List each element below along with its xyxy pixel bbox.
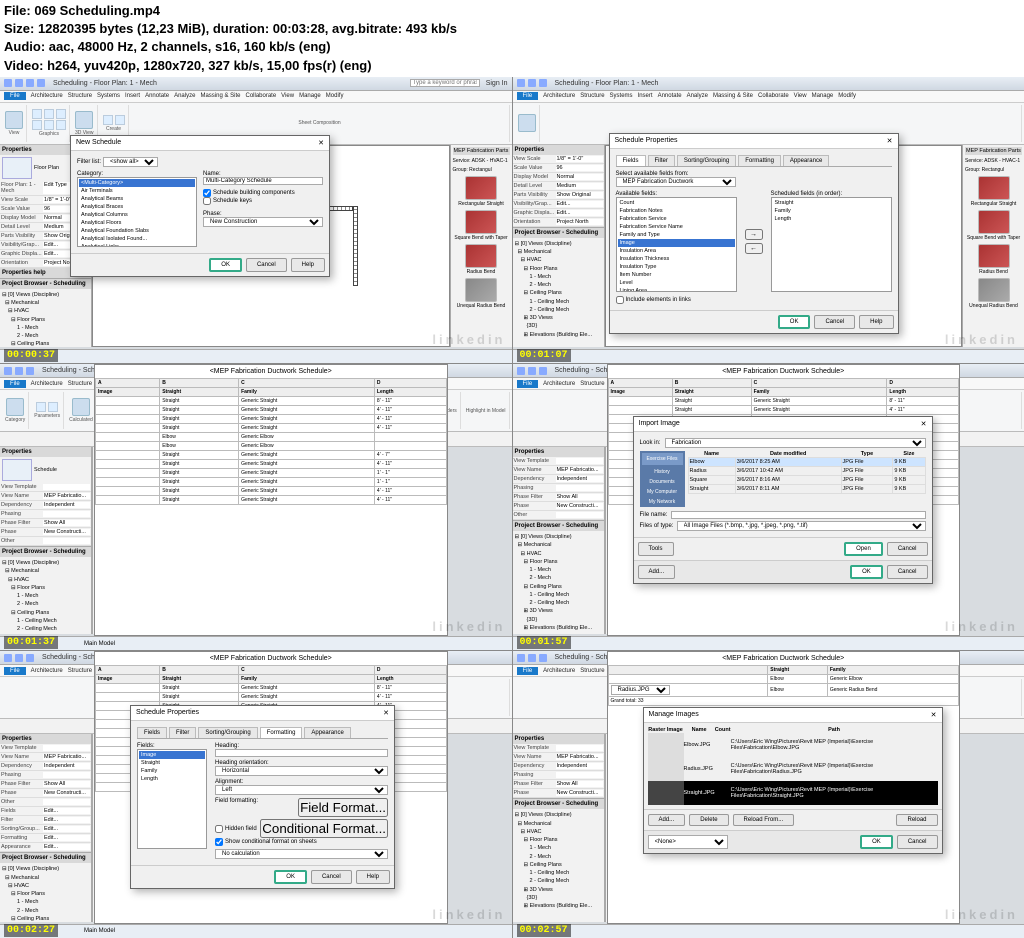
ok-button[interactable]: OK [274,870,307,884]
new-schedule-dialog: New Schedule✕ Filter list: <show all> Ca… [70,135,330,277]
close-icon[interactable]: ✕ [383,709,389,717]
help-button[interactable]: Help [291,258,325,272]
close-icon[interactable]: ✕ [887,137,893,145]
schedule-view[interactable]: <MEP Fabrication Ductwork Schedule> ABCD… [94,364,448,636]
scheduled-fields[interactable]: StraightFamilyLength [771,197,892,292]
help-button[interactable]: Help [859,315,893,329]
open-button[interactable]: Open [844,542,883,556]
image-row[interactable]: Radius.JPGC:\Users\Eric Wing\Pictures\Re… [648,757,938,781]
phase-select[interactable]: New Construction [203,217,323,227]
close-icon[interactable]: ✕ [921,420,927,428]
cancel-button[interactable]: Cancel [887,542,928,556]
dialog-tabs[interactable]: FieldsFilterSorting/GroupingFormattingAp… [616,155,892,167]
add-field-button[interactable]: → [745,229,763,240]
cancel-button[interactable]: Cancel [311,870,352,884]
filename-input[interactable] [671,511,926,519]
image-row[interactable]: Elbow.JPGC:\Users\Eric Wing\Pictures\Rev… [648,733,938,757]
cancel-button[interactable]: Cancel [814,315,855,329]
import-image-dialog: Import Image✕ Look in: Fabrication Exerc… [633,416,933,584]
fields-list[interactable]: Image Straight Family Length [137,749,207,849]
heading-input[interactable] [215,749,388,757]
close-icon[interactable]: ✕ [318,139,324,147]
frame-1: Scheduling - Floor Plan: 1 - Mech Sign I… [0,77,512,363]
available-fields[interactable]: CountFabrication NotesFabrication Servic… [616,197,737,292]
frame-2: Scheduling - Floor Plan: 1 - Mech FileAr… [513,77,1024,363]
schedule-name-input[interactable] [203,177,323,185]
menubar[interactable]: FileArchitectureStructureSystemsInsertAn… [0,91,512,103]
frame-3: Scheduling - Schedule: MEP Fabrication D… [0,364,512,650]
ok-button[interactable]: OK [778,315,811,329]
file-list[interactable]: NameDate modifiedTypeSize Elbow3/6/2017 … [688,451,926,494]
schedule-props-formatting-dialog: Schedule Properties✕ FieldsFilterSorting… [130,705,395,889]
places-bar[interactable]: Exercise Files History Documents My Comp… [640,451,685,507]
frame-5: Scheduling - Schedule: MEP Fabrication D… [0,651,512,937]
cancel-button[interactable]: Cancel [246,258,287,272]
window-titlebar: Scheduling - Floor Plan: 1 - Mech Sign I… [0,77,512,91]
remove-field-button[interactable]: ← [745,243,763,254]
image-row-selected[interactable]: Straight.JPGC:\Users\Eric Wing\Pictures\… [648,781,938,805]
manage-images-dialog: Manage Images✕ Raster ImageNameCountPath… [643,707,943,854]
category-list[interactable]: <Multi-Category>Air TerminalsAnalytical … [77,177,197,247]
search-input[interactable] [410,79,480,87]
ok-button[interactable]: OK [860,835,893,849]
cancel-button[interactable]: Cancel [897,835,938,849]
thumbnail-grid: Scheduling - Floor Plan: 1 - Mech Sign I… [0,77,1024,938]
frame-4: Scheduling - Schedule: MEP Fabrication D… [513,364,1024,650]
frame-6: Scheduling - Schedule: MEP Fabrication D… [513,651,1024,937]
help-button[interactable]: Help [356,870,390,884]
schedule-props-dialog: Schedule Properties✕ FieldsFilterSorting… [609,133,899,334]
close-icon[interactable]: ✕ [931,711,937,719]
media-info: File: 069 Scheduling.mp4 Size: 12820395 … [0,0,1024,77]
ok-button[interactable]: OK [209,258,242,272]
filter-select[interactable]: <show all> [103,157,158,167]
